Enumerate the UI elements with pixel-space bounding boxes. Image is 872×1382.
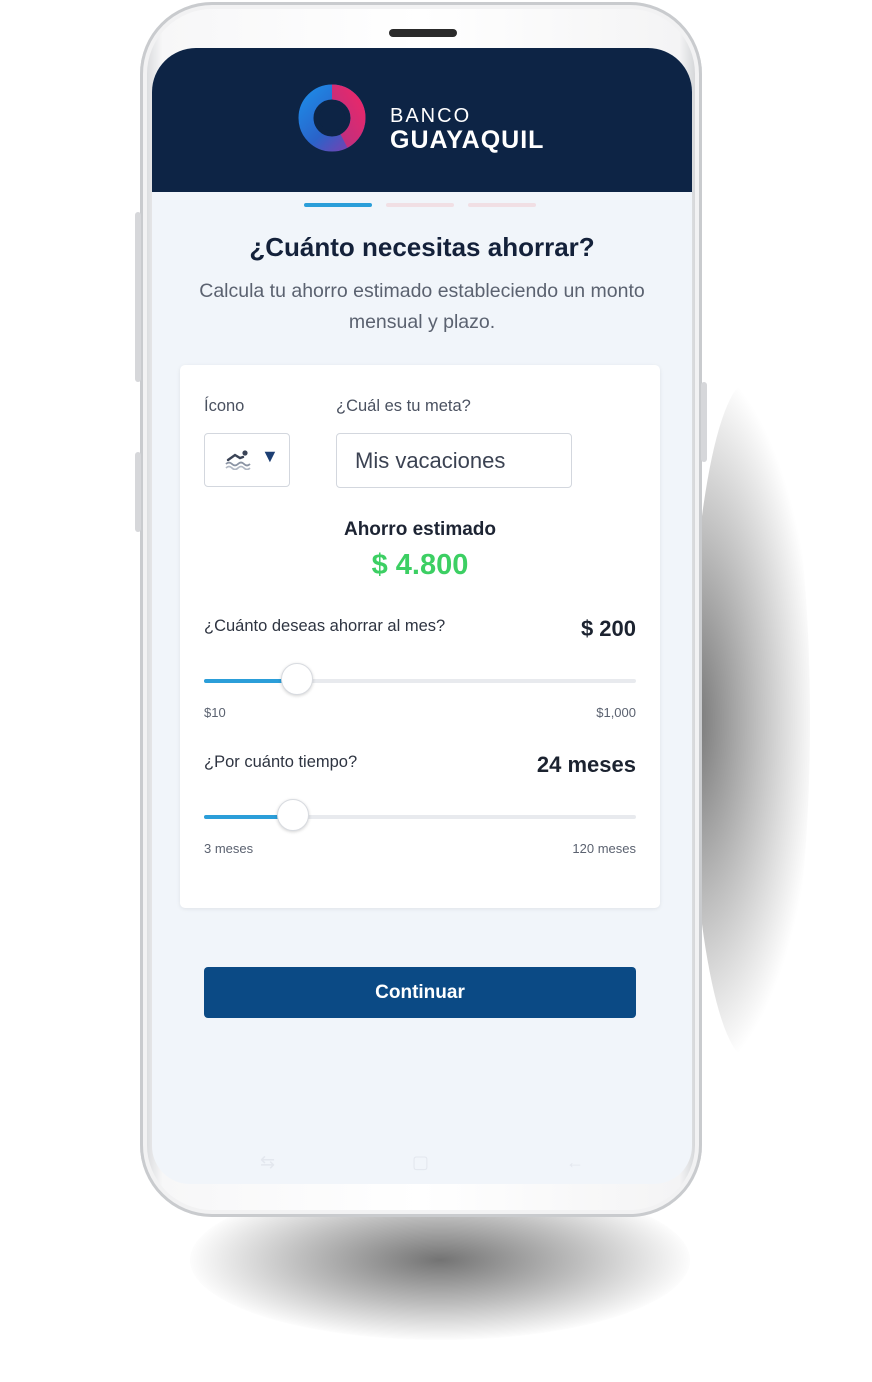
phone-frame: BANCO GUAYAQUIL ¿Cuánto necesitas ahorra…	[135, 2, 707, 1217]
earpiece-speaker	[389, 29, 457, 37]
brand-wordmark: BANCO GUAYAQUIL	[390, 106, 544, 154]
step-indicator-1-active	[304, 203, 372, 207]
estimate-value: $ 4.800	[371, 549, 469, 581]
step-indicator-3	[468, 203, 536, 207]
step-indicator-2	[386, 203, 454, 207]
monthly-max-label: $1,000	[596, 705, 636, 720]
monthly-slider-thumb[interactable]	[280, 663, 313, 695]
goal-input[interactable]	[336, 433, 572, 488]
goal-label: ¿Cuál es tu meta?	[336, 397, 471, 415]
term-max-label: 120 meses	[572, 841, 636, 856]
system-navigation-bar: ⇆ ▢ ←	[152, 1148, 692, 1176]
continue-button[interactable]: Continuar	[204, 967, 636, 1018]
monthly-value: $ 200	[580, 616, 636, 641]
brand-line-2: GUAYAQUIL	[390, 126, 545, 154]
back-icon[interactable]: ←	[566, 1152, 584, 1173]
monthly-min-label: $10	[204, 705, 226, 720]
bixby-button	[135, 452, 141, 532]
savings-calculator-card: Ícono ¿Cuál es tu meta? ▼ Ahorro estimad…	[180, 365, 660, 908]
app-header: BANCO GUAYAQUIL	[152, 48, 692, 192]
term-slider[interactable]	[204, 799, 636, 831]
mockup-stage: BANCO GUAYAQUIL ¿Cuánto necesitas ahorra…	[0, 0, 872, 1382]
estimate-label: Ahorro estimado	[343, 519, 497, 540]
volume-button	[135, 212, 141, 382]
page-title: ¿Cuánto necesitas ahorrar?	[249, 232, 595, 262]
swimmer-icon	[225, 450, 251, 470]
term-slider-thumb[interactable]	[276, 799, 309, 831]
chevron-down-icon: ▼	[261, 446, 279, 466]
icon-dropdown[interactable]: ▼	[204, 433, 290, 487]
power-button	[701, 382, 707, 462]
home-icon[interactable]: ▢	[412, 1152, 429, 1173]
term-min-label: 3 meses	[204, 841, 254, 856]
app-screen: BANCO GUAYAQUIL ¿Cuánto necesitas ahorra…	[152, 48, 692, 1184]
phone-side-shadow	[690, 380, 810, 1060]
term-question: ¿Por cuánto tiempo?	[204, 753, 358, 771]
page-subtitle: Calcula tu ahorro estimado estableciendo…	[199, 280, 645, 333]
monthly-slider[interactable]	[204, 663, 636, 695]
term-value: 24 meses	[536, 752, 636, 777]
brand-line-1: BANCO	[390, 105, 472, 127]
monthly-question: ¿Cuánto deseas ahorrar al mes?	[204, 617, 446, 635]
recents-icon[interactable]: ⇆	[260, 1152, 275, 1173]
banco-guayaquil-logo-icon	[298, 84, 366, 152]
icon-label: Ícono	[204, 397, 245, 415]
